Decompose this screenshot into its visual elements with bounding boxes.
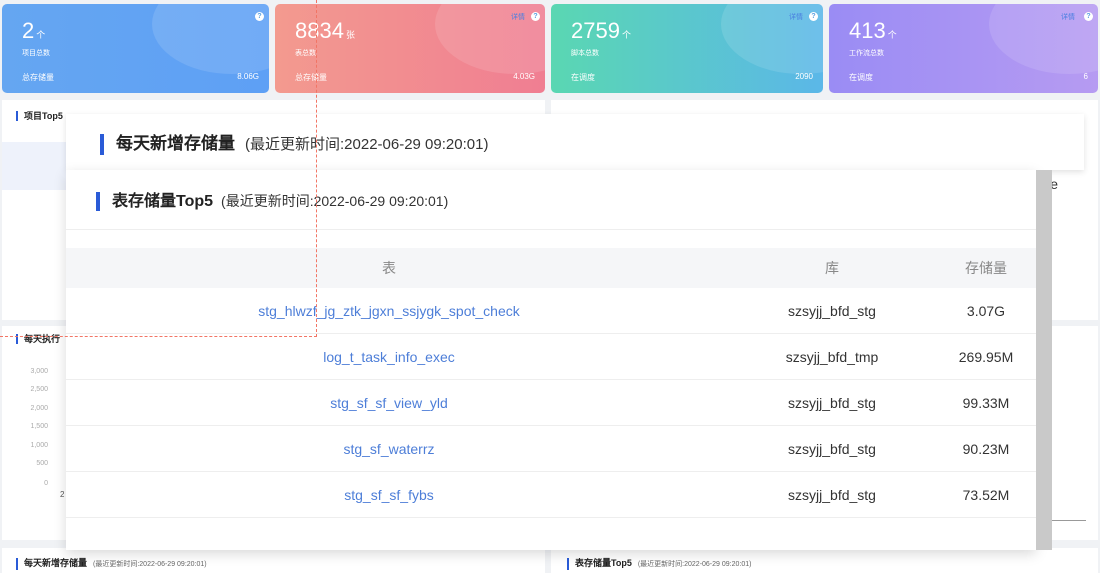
card-number: 2个 — [22, 18, 46, 43]
table-storage-top5-overlay: 表存储量Top5 (最近更新时间:2022-06-29 09:20:01) 表 库… — [66, 170, 1036, 550]
card-number: 413 个 — [849, 18, 897, 43]
help-icon[interactable]: ? — [809, 12, 818, 21]
panel-title: 项目Top5 — [16, 111, 63, 121]
card-number: 8834 张 — [295, 18, 355, 43]
table-row: stg_sf_sf_fybs szsyjj_bfd_stg 73.52M — [66, 472, 1036, 518]
panel-title: 每天新增存储量 (最近更新时间:2022-06-29 09:20:01) — [16, 558, 207, 570]
table-header: 表 库 存储量 — [66, 248, 1036, 288]
detail-link[interactable]: 详情 — [1061, 12, 1075, 22]
database-cell: szsyjj_bfd_stg — [788, 303, 876, 319]
y-tick-label: 1,500 — [30, 423, 48, 430]
selection-guide-horizontal — [0, 336, 317, 337]
y-tick-label: 1,000 — [30, 442, 48, 449]
card-number: 2759 个 — [571, 18, 631, 43]
database-cell: szsyjj_bfd_stg — [788, 487, 876, 503]
panel-title: 表存储量Top5 (最近更新时间:2022-06-29 09:20:01) — [567, 558, 751, 570]
card-footer: 总存储量 4.03G — [295, 72, 535, 82]
table-row: stg_sf_sf_view_yld szsyjj_bfd_stg 99.33M — [66, 380, 1036, 426]
card-label: 表总数 — [295, 50, 316, 57]
project-count-card: 2个 项目总数 总存储量 8.06G ? — [2, 4, 269, 93]
table-row: stg_hlwzf_jg_ztk_jgxn_ssjygk_spot_check … — [66, 288, 1036, 334]
divider — [66, 229, 1036, 230]
scrollbar[interactable] — [1036, 170, 1052, 550]
script-count-card: 2759 个 脚本总数 在调度 2090 详情 ? — [551, 4, 823, 93]
table-row: log_t_task_info_exec szsyjj_bfd_tmp 269.… — [66, 334, 1036, 380]
table-row: stg_sf_waterrz szsyjj_bfd_stg 90.23M — [66, 426, 1036, 472]
table-name-link[interactable]: stg_sf_sf_fybs — [66, 472, 712, 518]
table-name-link[interactable]: stg_sf_waterrz — [66, 426, 712, 472]
y-tick-label: 3,000 — [30, 368, 48, 375]
y-tick-label: 2,000 — [30, 405, 48, 412]
x-tick-label: 2 — [60, 490, 65, 499]
help-icon[interactable]: ? — [531, 12, 540, 21]
card-footer: 在调度 2090 — [571, 72, 813, 82]
card-decoration — [989, 4, 1098, 74]
bottom-daily-storage-panel: 每天新增存储量 (最近更新时间:2022-06-29 09:20:01) — [2, 548, 545, 573]
card-decoration — [721, 4, 823, 74]
detail-link[interactable]: 详情 — [789, 12, 803, 22]
database-cell: szsyjj_bfd_stg — [788, 395, 876, 411]
database-cell: szsyjj_bfd_stg — [788, 441, 876, 457]
overlay-title: 每天新增存储量 (最近更新时间:2022-06-29 09:20:01) — [100, 134, 488, 155]
card-decoration — [435, 4, 545, 74]
selection-guide-vertical — [316, 0, 317, 337]
column-header-table[interactable]: 表 — [66, 248, 712, 288]
card-label: 脚本总数 — [571, 50, 599, 57]
card-footer: 总存储量 8.06G — [22, 72, 259, 82]
daily-storage-overlay: 每天新增存储量 (最近更新时间:2022-06-29 09:20:01) — [66, 114, 1084, 170]
storage-cell: 3.07G — [966, 303, 1006, 319]
column-header-database[interactable]: 库 — [712, 248, 952, 288]
workflow-count-card: 413 个 工作流总数 在调度 6 详情 ? — [829, 4, 1098, 93]
y-tick-label: 2,500 — [30, 386, 48, 393]
database-cell: szsyjj_bfd_tmp — [785, 349, 879, 365]
card-footer: 在调度 6 — [849, 72, 1088, 82]
help-icon[interactable]: ? — [255, 12, 264, 21]
storage-cell: 90.23M — [962, 441, 1010, 457]
table-name-link[interactable]: stg_sf_sf_view_yld — [66, 380, 712, 426]
storage-cell: 99.33M — [962, 395, 1010, 411]
axis-line — [1046, 520, 1086, 521]
storage-cell: 269.95M — [958, 349, 1014, 365]
bottom-table-top5-panel: 表存储量Top5 (最近更新时间:2022-06-29 09:20:01) — [551, 548, 1098, 573]
column-header-storage[interactable]: 存储量 — [936, 248, 1036, 288]
card-label: 项目总数 — [22, 50, 50, 57]
card-decoration — [152, 4, 269, 74]
help-icon[interactable]: ? — [1084, 12, 1093, 21]
storage-cell: 73.52M — [962, 487, 1010, 503]
table-row-highlight — [2, 142, 66, 190]
y-tick-label: 500 — [36, 460, 48, 467]
table-name-link[interactable]: log_t_task_info_exec — [66, 334, 712, 380]
overlay-title: 表存储量Top5 (最近更新时间:2022-06-29 09:20:01) — [96, 192, 448, 211]
detail-link[interactable]: 详情 — [511, 12, 525, 22]
card-label: 工作流总数 — [849, 50, 884, 57]
table-name-link[interactable]: stg_hlwzf_jg_ztk_jgxn_ssjygk_spot_check — [66, 288, 712, 334]
y-tick-label: 0 — [44, 480, 48, 487]
